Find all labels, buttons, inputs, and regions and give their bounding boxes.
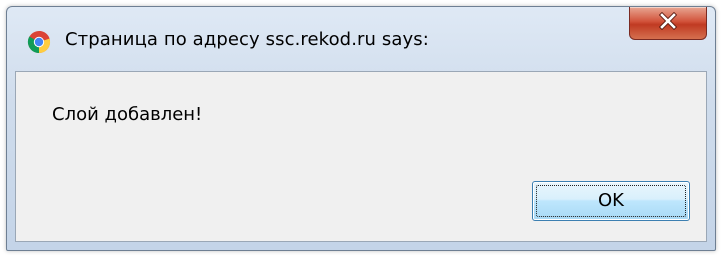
dialog-title: Страница по адресу ssc.rekod.ru says: — [65, 29, 429, 50]
chrome-icon — [27, 30, 51, 54]
close-icon — [658, 11, 678, 31]
alert-dialog: Страница по адресу ssc.rekod.ru says: Сл… — [6, 6, 716, 251]
dialog-message: Слой добавлен! — [52, 104, 203, 125]
close-button[interactable] — [629, 7, 707, 40]
ok-button[interactable]: OK — [532, 181, 690, 221]
ok-button-label: OK — [598, 190, 624, 211]
dialog-body: Слой добавлен! OK — [15, 71, 707, 242]
title-bar[interactable]: Страница по адресу ssc.rekod.ru says: — [7, 7, 715, 71]
